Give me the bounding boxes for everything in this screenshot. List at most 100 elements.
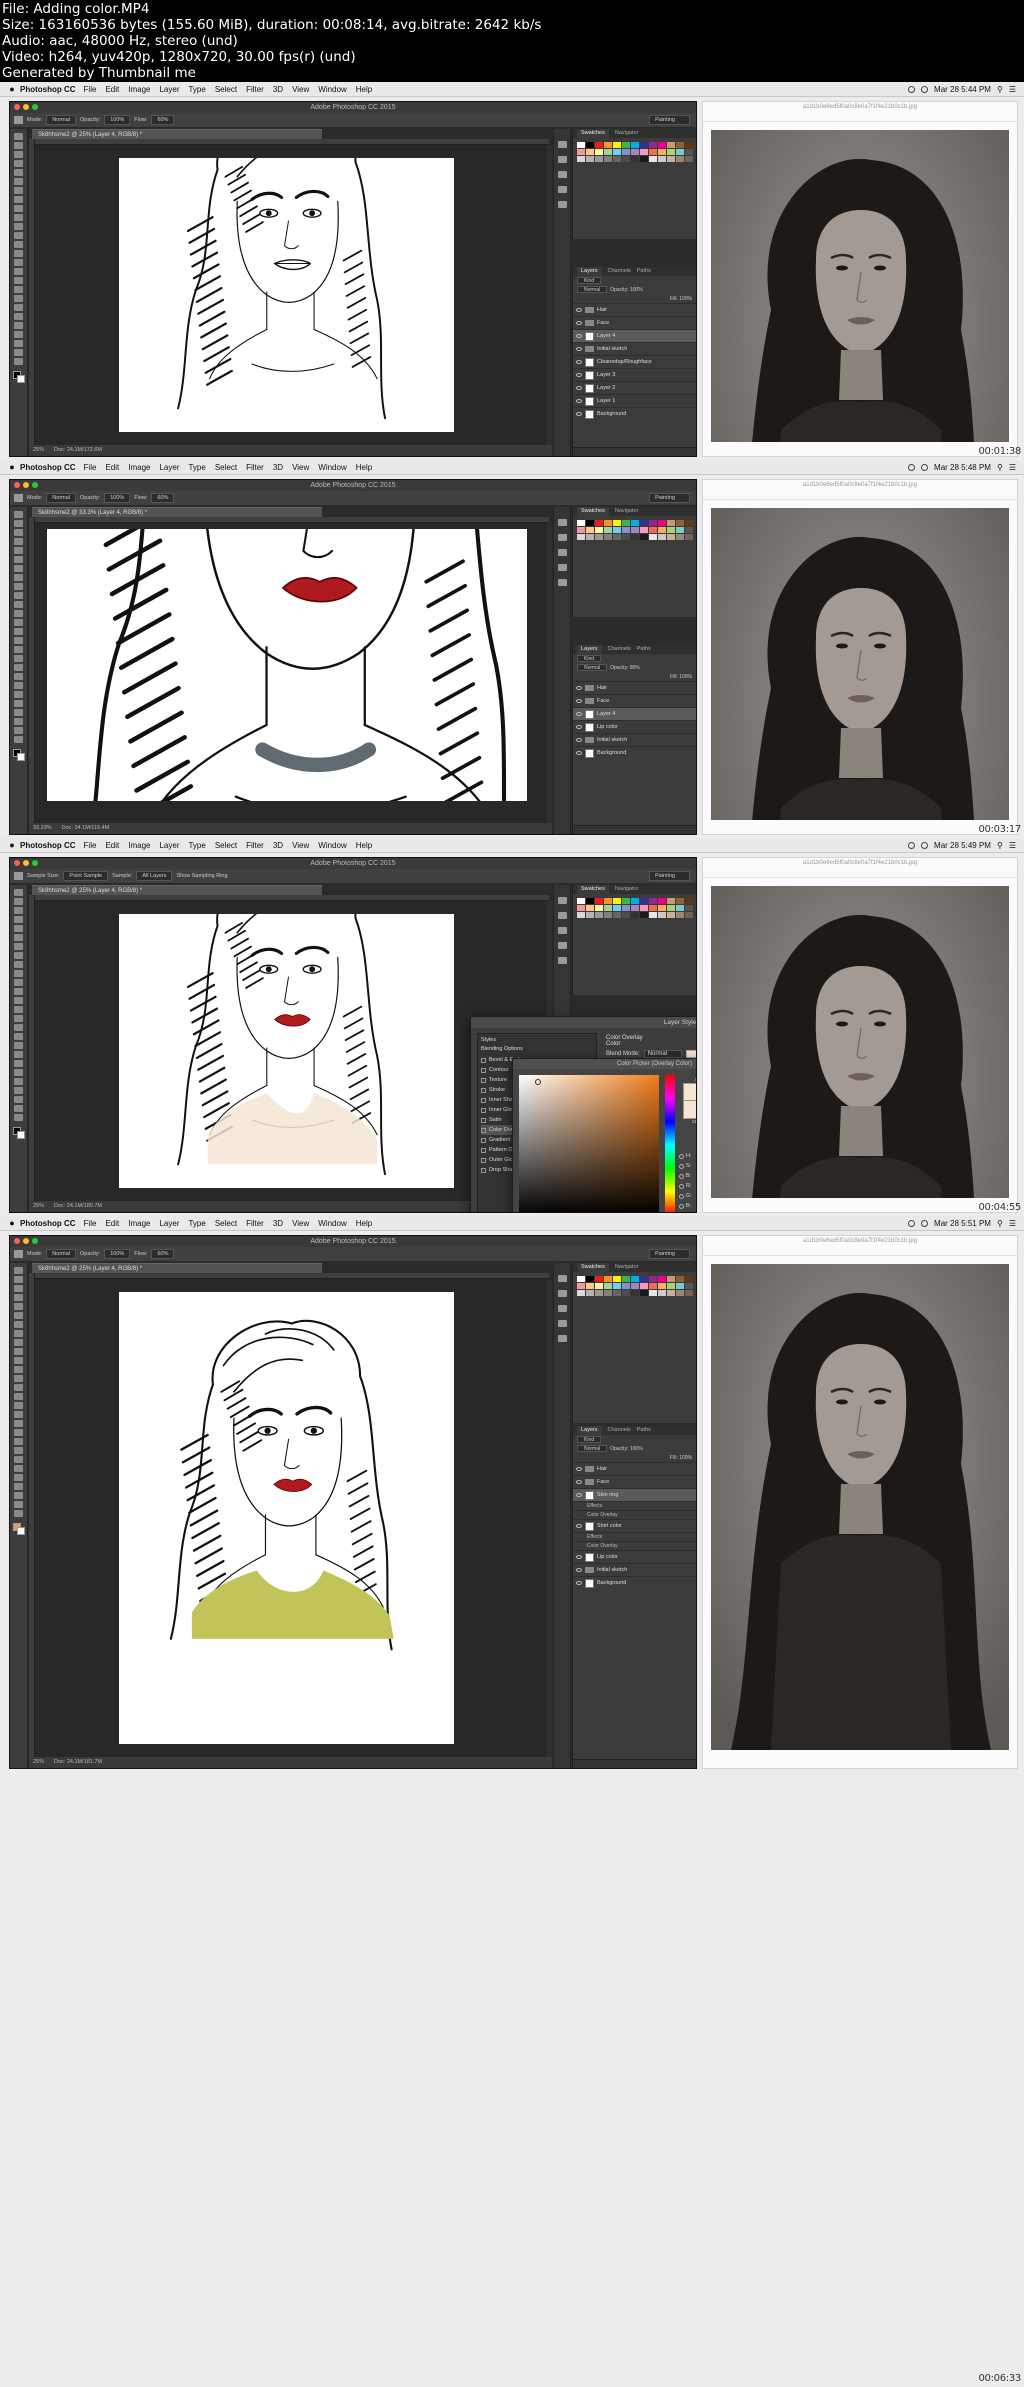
tool-icon[interactable] (14, 997, 23, 1004)
color-swatch[interactable] (604, 520, 612, 526)
tool-icon[interactable] (14, 898, 23, 905)
layer-row[interactable]: Shirt color (573, 1519, 696, 1532)
tool-preset-icon[interactable] (14, 1250, 23, 1258)
color-swatch[interactable] (595, 1290, 603, 1296)
color-swatch[interactable] (658, 527, 666, 533)
option-value[interactable]: Normal (46, 115, 77, 125)
layer-filter-select[interactable]: Kind (577, 655, 602, 662)
menu-item[interactable]: Window (318, 85, 346, 94)
tool-icon[interactable] (14, 1483, 23, 1490)
option-value[interactable]: 60% (151, 115, 175, 125)
visibility-eye-icon[interactable] (576, 1568, 582, 1572)
tab-navigator[interactable]: Navigator (615, 1263, 639, 1272)
color-swatch[interactable] (640, 156, 648, 162)
color-swatch[interactable] (577, 149, 585, 155)
menu-app-name[interactable]: Photoshop CC (20, 463, 76, 472)
panel-icon[interactable] (557, 549, 567, 556)
style-checkbox[interactable] (481, 1147, 486, 1153)
color-swatch[interactable] (640, 534, 648, 540)
menu-item[interactable]: Image (128, 85, 150, 94)
tab-layers[interactable]: Layers (577, 645, 602, 654)
close-icon[interactable] (14, 104, 20, 110)
visibility-eye-icon[interactable] (576, 399, 582, 403)
color-swatch[interactable] (613, 527, 621, 533)
color-swatches[interactable] (12, 1523, 25, 1535)
tool-icon[interactable] (14, 700, 23, 707)
style-checkbox[interactable] (481, 1087, 486, 1093)
tool-icon[interactable] (14, 1096, 23, 1103)
wifi-icon[interactable] (908, 463, 916, 471)
color-swatch[interactable] (631, 149, 639, 155)
color-swatch[interactable] (613, 1276, 621, 1282)
tool-icon[interactable] (14, 961, 23, 968)
visibility-eye-icon[interactable] (576, 1493, 582, 1497)
visibility-eye-icon[interactable] (576, 1467, 582, 1471)
menu-item[interactable]: Filter (246, 463, 264, 472)
tool-icon[interactable] (14, 907, 23, 914)
visibility-eye-icon[interactable] (576, 1555, 582, 1559)
color-swatch[interactable] (685, 534, 693, 540)
color-swatch[interactable] (604, 156, 612, 162)
layer-row[interactable]: Face (573, 316, 696, 329)
color-swatch[interactable] (658, 520, 666, 526)
color-swatch[interactable] (613, 156, 621, 162)
option-value[interactable]: Point Sample (63, 871, 109, 881)
tool-icon[interactable] (14, 1420, 23, 1427)
tool-icon[interactable] (14, 1402, 23, 1409)
menu-list-icon[interactable]: ☰ (1009, 463, 1016, 472)
layer-row[interactable]: Skin ring (573, 1488, 696, 1501)
tool-icon[interactable] (14, 1429, 23, 1436)
panel-icon[interactable] (557, 1305, 567, 1312)
color-field-input[interactable]: 211 (696, 1202, 697, 1210)
layer-row[interactable]: Lip color (573, 720, 696, 733)
blend-mode-select[interactable]: Normal (577, 286, 608, 293)
color-swatch[interactable] (676, 905, 684, 911)
tool-icon[interactable] (14, 1366, 23, 1373)
tool-icon[interactable] (14, 682, 23, 689)
tool-icon[interactable] (14, 304, 23, 311)
blending-options[interactable]: Blending Options (481, 1046, 593, 1052)
color-swatch[interactable] (586, 912, 594, 918)
menu-item[interactable]: View (292, 463, 309, 472)
tool-icon[interactable] (14, 349, 23, 356)
color-swatch[interactable] (577, 905, 585, 911)
color-swatch[interactable] (658, 1283, 666, 1289)
color-swatch[interactable] (658, 1276, 666, 1282)
zoom-level[interactable]: 33.33% (33, 823, 52, 834)
color-swatch[interactable] (676, 149, 684, 155)
color-swatch[interactable] (613, 898, 621, 904)
tool-icon[interactable] (14, 547, 23, 554)
color-swatch[interactable] (595, 156, 603, 162)
tool-icon[interactable] (14, 205, 23, 212)
menu-item[interactable]: Type (188, 1219, 205, 1228)
document-tab[interactable]: Sk8hhsme2 @ 33.3% (Layer 4, RGB/8) * (32, 507, 322, 517)
menu-app-name[interactable]: Photoshop CC (20, 1219, 76, 1228)
option-value[interactable]: All Layers (136, 871, 173, 881)
color-swatch[interactable] (676, 156, 684, 162)
layer-row[interactable]: Effects (573, 1501, 696, 1510)
color-swatch[interactable] (586, 534, 594, 540)
style-checkbox[interactable] (481, 1057, 486, 1063)
apple-icon[interactable]: ● (6, 462, 18, 472)
tab-navigator[interactable]: Navigator (615, 129, 639, 138)
panel-icon[interactable] (557, 957, 567, 964)
tool-icon[interactable] (14, 133, 23, 140)
workspace-select[interactable]: Painting (649, 493, 690, 503)
layer-row[interactable]: Layer 3 (573, 368, 696, 381)
color-swatch[interactable] (649, 527, 657, 533)
tool-icon[interactable] (14, 1375, 23, 1382)
color-swatch[interactable] (667, 156, 675, 162)
tab-swatches[interactable]: Swatches (577, 1263, 609, 1272)
menu-app-name[interactable]: Photoshop CC (20, 841, 76, 850)
color-swatch[interactable] (586, 905, 594, 911)
layer-row[interactable]: Initial sketch (573, 1563, 696, 1576)
layer-row[interactable]: Cleanedup/Roughface (573, 355, 696, 368)
color-swatch[interactable] (640, 898, 648, 904)
color-swatch[interactable] (676, 142, 684, 148)
color-swatch[interactable] (631, 905, 639, 911)
color-swatch[interactable] (595, 905, 603, 911)
layer-row[interactable]: Color Overlay (573, 1541, 696, 1550)
style-checkbox[interactable] (481, 1117, 486, 1123)
color-swatches[interactable] (12, 749, 25, 761)
color-swatch[interactable] (640, 527, 648, 533)
